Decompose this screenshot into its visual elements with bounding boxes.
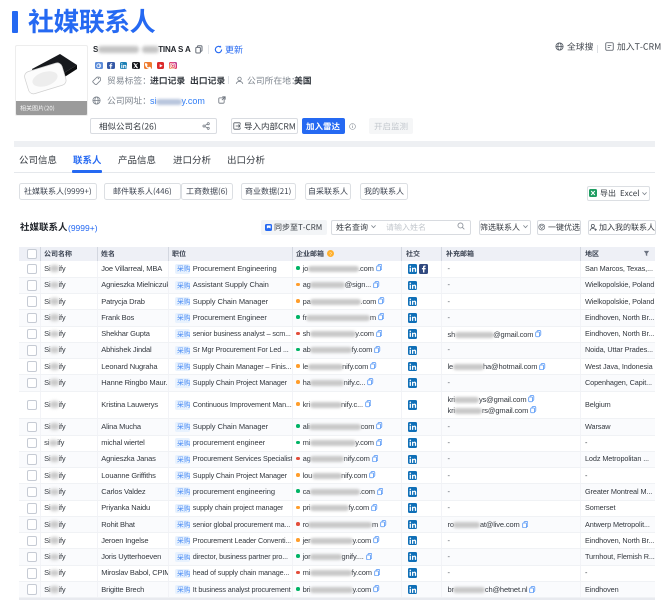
svg-text:?: ?: [330, 252, 333, 258]
